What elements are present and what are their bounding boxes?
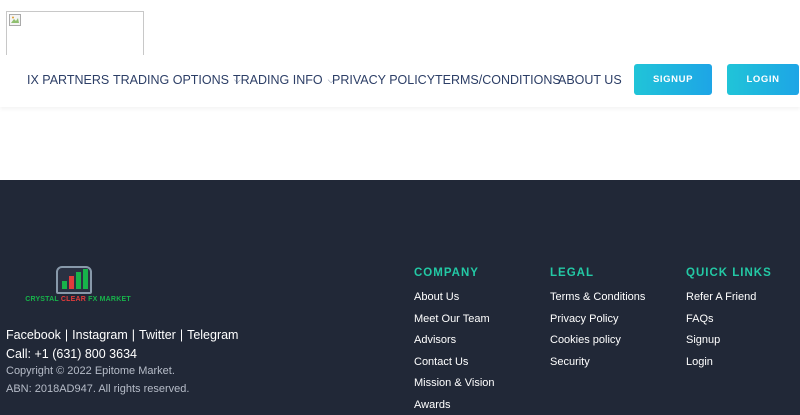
nav-label: PRIVACY POLICY (332, 73, 436, 87)
column-links: Refer A Friend FAQs Signup Login (686, 287, 772, 373)
page: IX PARTNERS TRADING OPTIONS ⌵ TRADING INF… (0, 0, 800, 415)
column-links: Terms & Conditions Privacy Policy Cookie… (550, 287, 645, 373)
footer-column-company: COMPANY About Us Meet Our Team Advisors … (414, 267, 495, 415)
nav-trading-info[interactable]: TRADING INFO ⌵ (233, 64, 334, 96)
logo-bar (69, 276, 74, 289)
separator: | (131, 328, 135, 342)
copyright: Copyright © 2022 Epitome Market. (6, 365, 175, 377)
brand-name: CRYSTAL CLEAR FX MARKET (22, 296, 134, 303)
separator: | (179, 328, 184, 342)
nav-label: IX PARTNERS (27, 73, 110, 87)
login-button[interactable]: LOGIN (727, 64, 799, 95)
footer-link[interactable]: About Us (414, 287, 495, 309)
footer-link[interactable]: Mission & Vision (414, 373, 495, 395)
nav-trading-options[interactable]: TRADING OPTIONS ⌵ (113, 64, 241, 96)
social-twitter[interactable]: Twitter (139, 328, 176, 342)
footer-link[interactable]: Refer A Friend (686, 287, 772, 309)
footer-link[interactable]: Security (550, 352, 645, 374)
social-telegram[interactable]: Telegram (187, 328, 238, 342)
brand-text-part: CLEAR (60, 296, 87, 303)
brand-text-part: CRYSTAL (25, 296, 61, 303)
site-footer: CRYSTAL CLEAR FX MARKET Facebook | Instagr… (0, 180, 800, 415)
social-instagram[interactable]: Instagram (72, 328, 128, 342)
footer-link[interactable]: FAQs (686, 309, 772, 331)
column-title: QUICK LINKS (686, 267, 772, 279)
column-links: About Us Meet Our Team Advisors Contact … (414, 287, 495, 415)
nav-ix-partners[interactable]: IX PARTNERS (27, 64, 109, 96)
footer-link[interactable]: Meet Our Team (414, 309, 495, 331)
abn-notice: ABN: 2018AD947. All rights reserved. (6, 383, 190, 395)
nav-label: TERMS/CONDITIONS (435, 73, 561, 87)
logo-bar (76, 272, 81, 289)
social-links: Facebook | Instagram | Twitter | Telegram (6, 328, 238, 342)
footer-link[interactable]: Privacy Policy (550, 309, 645, 331)
monitor-chart-icon (56, 266, 92, 294)
footer-column-legal: LEGAL Terms & Conditions Privacy Policy … (550, 267, 645, 373)
column-title: LEGAL (550, 267, 594, 279)
nav-label: ABOUT US (558, 73, 622, 87)
nav-label: TRADING OPTIONS (113, 73, 229, 87)
nav-label: TRADING INFO (233, 73, 323, 87)
logo-bar (62, 281, 67, 289)
logo-bar (83, 269, 88, 289)
nav-about-us[interactable]: ABOUT US (558, 64, 622, 96)
contact-phone: Call: +1 (631) 800 3634 (6, 347, 137, 361)
separator: | (64, 328, 69, 342)
footer-link[interactable]: Awards (414, 395, 495, 415)
social-facebook[interactable]: Facebook (6, 328, 61, 342)
footer-link[interactable]: Cookies policy (550, 330, 645, 352)
footer-link[interactable]: Terms & Conditions (550, 287, 645, 309)
footer-column-quick-links: QUICK LINKS Refer A Friend FAQs Signup L… (686, 267, 772, 373)
signup-button[interactable]: SIGNUP (634, 64, 712, 95)
footer-link[interactable]: Signup (686, 330, 772, 352)
nav-privacy-policy[interactable]: PRIVACY POLICY (332, 64, 435, 96)
brand-text-part: FX MARKET (86, 296, 131, 303)
column-title: COMPANY (414, 267, 479, 279)
footer-link[interactable]: Advisors (414, 330, 495, 352)
footer-link[interactable]: Contact Us (414, 352, 495, 374)
brand-logo[interactable]: CRYSTAL CLEAR FX MARKET (22, 266, 134, 306)
site-header: IX PARTNERS TRADING OPTIONS ⌵ TRADING INF… (0, 0, 800, 107)
nav-terms-conditions[interactable]: TERMS/CONDITIONS (435, 64, 561, 96)
footer-link[interactable]: Login (686, 352, 772, 374)
broken-image-icon (9, 14, 21, 26)
broken-logo-image[interactable] (6, 11, 144, 55)
